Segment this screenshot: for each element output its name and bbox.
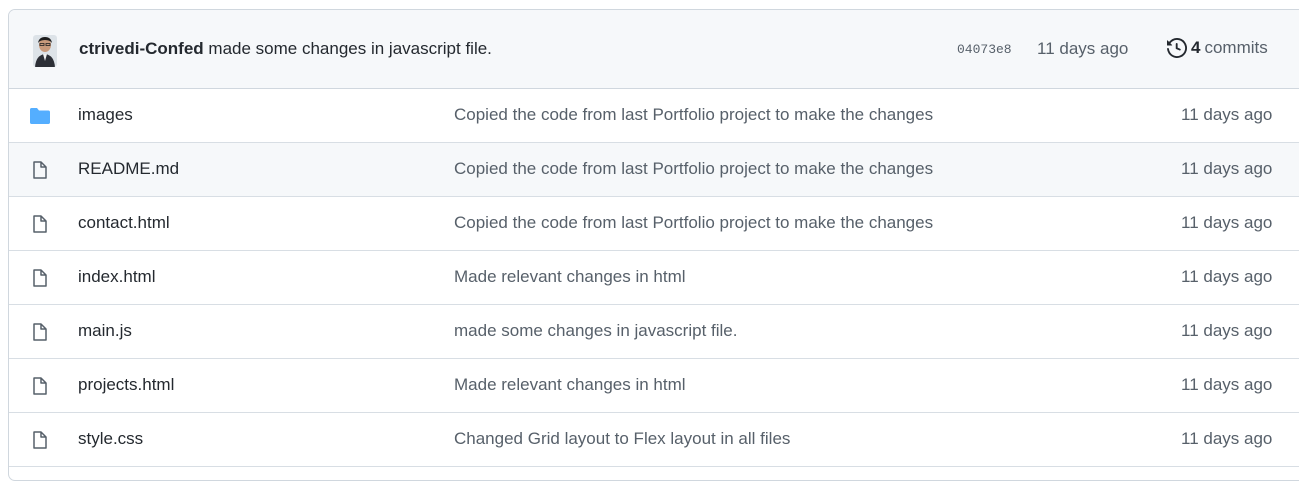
commit-age: 11 days ago <box>1037 39 1129 58</box>
file-age: 11 days ago <box>1181 213 1273 232</box>
commit-message-link[interactable]: made some changes in javascript file. <box>208 39 491 58</box>
file-name-link[interactable]: main.js <box>78 321 132 341</box>
commit-count: 4 <box>1191 38 1201 57</box>
file-row-images[interactable]: images Copied the code from last Portfol… <box>9 89 1299 143</box>
commit-sha-link[interactable]: 04073e8 <box>957 42 1012 57</box>
file-icon <box>33 269 47 287</box>
history-icon <box>1167 38 1187 58</box>
file-commit-message-link[interactable]: made some changes in javascript file. <box>454 321 737 341</box>
file-row-style[interactable]: style.css Changed Grid layout to Flex la… <box>9 413 1299 467</box>
file-row-projects[interactable]: projects.html Made relevant changes in h… <box>9 359 1299 413</box>
commit-history-link[interactable]: 4 commits <box>1167 38 1268 58</box>
file-name-link[interactable]: projects.html <box>78 375 174 395</box>
file-icon <box>33 323 47 341</box>
commit-author-link[interactable]: ctrivedi-Confed <box>79 39 204 58</box>
file-icon <box>33 215 47 233</box>
file-commit-message-link[interactable]: Made relevant changes in html <box>454 375 686 395</box>
file-row-main-js[interactable]: main.js made some changes in javascript … <box>9 305 1299 359</box>
file-age: 11 days ago <box>1181 267 1273 286</box>
file-name-link[interactable]: images <box>78 105 133 125</box>
file-browser: ctrivedi-Confed made some changes in jav… <box>8 9 1299 481</box>
file-icon <box>33 377 47 395</box>
file-icon <box>33 431 47 449</box>
commit-count-label: commits <box>1204 38 1268 57</box>
author-avatar[interactable] <box>33 35 57 67</box>
file-row-index[interactable]: index.html Made relevant changes in html… <box>9 251 1299 305</box>
file-name-link[interactable]: style.css <box>78 429 143 449</box>
file-age: 11 days ago <box>1181 375 1273 394</box>
file-age: 11 days ago <box>1181 321 1273 340</box>
file-commit-message-link[interactable]: Changed Grid layout to Flex layout in al… <box>454 429 790 449</box>
latest-commit-header: ctrivedi-Confed made some changes in jav… <box>9 10 1299 89</box>
file-commit-message-link[interactable]: Copied the code from last Portfolio proj… <box>454 159 933 179</box>
file-age: 11 days ago <box>1181 429 1273 448</box>
file-row-readme[interactable]: README.md Copied the code from last Port… <box>9 143 1299 197</box>
file-icon <box>33 161 47 179</box>
file-name-link[interactable]: index.html <box>78 267 155 287</box>
file-name-link[interactable]: README.md <box>78 159 179 179</box>
file-commit-message-link[interactable]: Copied the code from last Portfolio proj… <box>454 105 933 125</box>
file-commit-message-link[interactable]: Made relevant changes in html <box>454 267 686 287</box>
file-age: 11 days ago <box>1181 159 1273 178</box>
folder-icon <box>30 108 50 124</box>
file-age: 11 days ago <box>1181 105 1273 124</box>
latest-commit-message: ctrivedi-Confed made some changes in jav… <box>79 39 492 59</box>
file-row-contact[interactable]: contact.html Copied the code from last P… <box>9 197 1299 251</box>
file-commit-message-link[interactable]: Copied the code from last Portfolio proj… <box>454 213 933 233</box>
file-name-link[interactable]: contact.html <box>78 213 170 233</box>
